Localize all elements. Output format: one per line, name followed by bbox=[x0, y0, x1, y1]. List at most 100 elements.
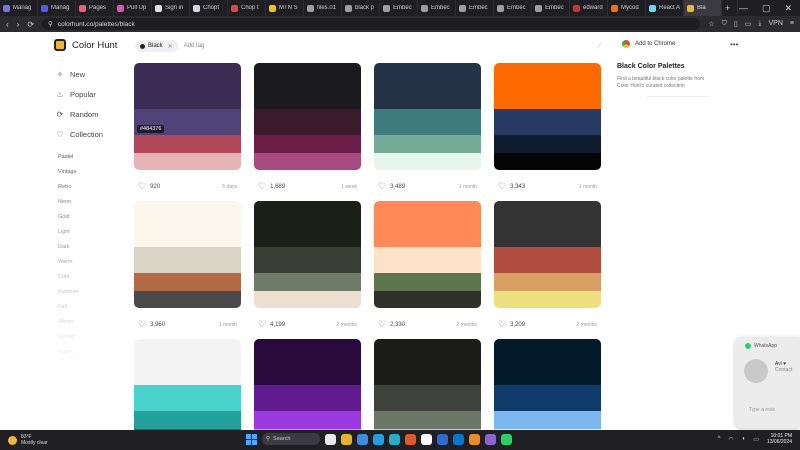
color-swatch[interactable] bbox=[374, 411, 481, 429]
taskbar-app-icon[interactable] bbox=[469, 433, 480, 445]
palette-swatches[interactable] bbox=[494, 339, 601, 430]
menu-icon[interactable]: ≡ bbox=[790, 20, 794, 28]
browser-tab[interactable]: Pull Up bbox=[114, 0, 152, 16]
color-swatch[interactable] bbox=[254, 135, 361, 153]
palette-card[interactable]: ♡ 2,330 2 months bbox=[374, 201, 481, 330]
color-swatch[interactable] bbox=[374, 291, 481, 308]
tag-light[interactable]: Light bbox=[58, 225, 79, 240]
color-swatch[interactable] bbox=[494, 411, 601, 429]
weather-widget[interactable]: 83°F Mostly clear bbox=[0, 434, 48, 446]
browser-tab[interactable]: Embec bbox=[494, 0, 532, 16]
color-swatch[interactable] bbox=[134, 201, 241, 247]
browser-tab[interactable]: MTN S bbox=[266, 0, 304, 16]
browser-tab[interactable]: Pages bbox=[76, 0, 114, 16]
avatar[interactable] bbox=[744, 359, 768, 383]
tag-spring[interactable]: Spring bbox=[58, 330, 79, 345]
like-button[interactable]: ♡ 3,343 bbox=[498, 181, 525, 192]
taskbar-app-icon[interactable] bbox=[325, 433, 336, 445]
site-info-icon[interactable]: ⚲ bbox=[48, 20, 53, 28]
like-button[interactable]: ♡ 4,199 bbox=[258, 319, 285, 330]
color-swatch[interactable] bbox=[254, 109, 361, 135]
clock[interactable]: 10:01 PM 13/06/2024 bbox=[767, 433, 792, 445]
like-button[interactable]: ♡ 3,960 bbox=[138, 319, 165, 330]
color-swatch[interactable] bbox=[134, 247, 241, 273]
wifi-icon[interactable]: ◠ bbox=[728, 436, 733, 443]
maximize-icon[interactable]: ▢ bbox=[762, 3, 771, 14]
tag-pastel[interactable]: Pastel bbox=[58, 150, 79, 165]
tag-warm[interactable]: Warm bbox=[58, 255, 79, 270]
color-swatch[interactable] bbox=[254, 247, 361, 273]
wallet-icon[interactable]: ▭ bbox=[745, 20, 752, 28]
color-swatch[interactable] bbox=[374, 273, 481, 291]
sidebar-icon[interactable]: ▯ bbox=[734, 20, 738, 28]
forward-icon[interactable]: › bbox=[17, 20, 20, 29]
search-chip-black[interactable]: Black ✕ bbox=[135, 40, 178, 52]
color-swatch[interactable] bbox=[494, 63, 601, 109]
url-field[interactable]: ⚲ colorhunt.co/palettes/black bbox=[42, 18, 701, 30]
color-swatch[interactable] bbox=[254, 385, 361, 411]
color-swatch[interactable] bbox=[494, 135, 601, 153]
close-icon[interactable]: ✕ bbox=[784, 3, 792, 14]
nav-item-random[interactable]: ⟳ Random bbox=[56, 104, 103, 124]
color-swatch[interactable] bbox=[374, 109, 481, 135]
note-input[interactable]: Type a note bbox=[749, 407, 775, 413]
color-swatch[interactable] bbox=[494, 201, 601, 247]
browser-tab[interactable]: Manag bbox=[38, 0, 76, 16]
remove-chip-icon[interactable]: ✕ bbox=[168, 43, 173, 50]
add-to-chrome-button[interactable]: Add to Chrome bbox=[622, 40, 675, 48]
back-icon[interactable]: ‹ bbox=[6, 20, 9, 29]
palette-swatches[interactable] bbox=[134, 339, 241, 430]
color-swatch[interactable] bbox=[134, 411, 241, 429]
color-swatch[interactable] bbox=[254, 411, 361, 429]
color-swatch[interactable] bbox=[374, 63, 481, 109]
color-swatch[interactable] bbox=[374, 153, 481, 170]
tag-fall[interactable]: Fall bbox=[58, 300, 79, 315]
color-swatch[interactable] bbox=[374, 247, 481, 273]
tag-retro[interactable]: Retro bbox=[58, 180, 79, 195]
palette-swatches[interactable] bbox=[374, 339, 481, 430]
browser-tab[interactable]: files.01 bbox=[304, 0, 342, 16]
palette-swatches[interactable] bbox=[374, 63, 481, 170]
taskbar-app-icon[interactable] bbox=[485, 433, 496, 445]
color-swatch[interactable] bbox=[134, 385, 241, 411]
tag-neon[interactable]: Neon bbox=[58, 195, 79, 210]
nav-item-collection[interactable]: ♡ Collection bbox=[56, 124, 103, 144]
browser-tab[interactable]: black p bbox=[342, 0, 380, 16]
like-button[interactable]: ♡ 920 bbox=[138, 181, 160, 192]
color-swatch[interactable] bbox=[494, 109, 601, 135]
color-swatch[interactable] bbox=[254, 273, 361, 291]
taskbar-app-icon[interactable] bbox=[357, 433, 368, 445]
color-swatch[interactable] bbox=[134, 339, 241, 385]
color-swatch[interactable] bbox=[374, 135, 481, 153]
browser-tab[interactable]: Sign in bbox=[152, 0, 190, 16]
palette-card[interactable] bbox=[494, 339, 601, 430]
taskbar-app-icon[interactable] bbox=[373, 433, 384, 445]
color-swatch[interactable] bbox=[374, 339, 481, 385]
palette-swatches[interactable] bbox=[374, 201, 481, 308]
browser-tab[interactable]: Chop t bbox=[228, 0, 266, 16]
like-button[interactable]: ♡ 2,330 bbox=[378, 319, 405, 330]
tag-dark[interactable]: Dark bbox=[58, 240, 79, 255]
minimize-icon[interactable]: — bbox=[739, 3, 748, 14]
browser-tab[interactable]: Embec bbox=[380, 0, 418, 16]
color-swatch[interactable] bbox=[134, 153, 241, 170]
tray-chevron-icon[interactable]: ^ bbox=[718, 436, 721, 442]
color-swatch[interactable] bbox=[134, 291, 241, 308]
more-options-icon[interactable]: ••• bbox=[730, 40, 738, 49]
color-swatch[interactable] bbox=[494, 291, 601, 308]
clear-search-icon[interactable]: ⁄ bbox=[599, 43, 600, 50]
taskbar-app-icon[interactable] bbox=[389, 433, 400, 445]
taskbar-app-icon[interactable] bbox=[453, 433, 464, 445]
palette-swatches[interactable] bbox=[254, 339, 361, 430]
browser-tab[interactable]: edward bbox=[570, 0, 608, 16]
palette-swatches[interactable] bbox=[254, 201, 361, 308]
palette-card[interactable]: ♡ 4,199 2 months bbox=[254, 201, 361, 330]
bookmark-icon[interactable]: ☆ bbox=[708, 20, 714, 28]
brand-logo[interactable]: Color Hunt bbox=[54, 39, 117, 51]
palette-card[interactable] bbox=[374, 339, 481, 430]
tag-cold[interactable]: Cold bbox=[58, 270, 79, 285]
color-swatch[interactable] bbox=[254, 339, 361, 385]
taskbar-app-icon[interactable] bbox=[341, 433, 352, 445]
vpn-button[interactable]: VPN bbox=[769, 20, 783, 28]
shield-icon[interactable]: ⛉ bbox=[722, 20, 727, 28]
